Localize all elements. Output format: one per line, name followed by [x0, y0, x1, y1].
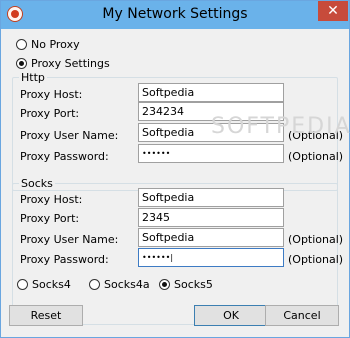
radio-indicator: [89, 279, 100, 290]
socks5-label: Socks5: [174, 278, 213, 291]
radio-indicator-selected: [159, 279, 170, 290]
socks-legend: Socks: [19, 177, 55, 190]
socks-group: Socks Proxy Host: Softpedia Proxy Port: …: [12, 177, 343, 325]
socks-password-label: Proxy Password:: [20, 253, 109, 266]
reset-button[interactable]: Reset: [9, 305, 83, 326]
window-title: My Network Settings: [102, 6, 248, 22]
socks-password-input[interactable]: ••••••|: [138, 248, 284, 267]
http-password-input[interactable]: ••••••: [138, 144, 284, 163]
socks4a-radio[interactable]: Socks4a: [89, 278, 150, 291]
http-port-label: Proxy Port:: [20, 107, 80, 120]
cancel-button[interactable]: Cancel: [265, 305, 339, 326]
radio-indicator: [16, 39, 27, 50]
close-button[interactable]: ✕: [318, 1, 348, 21]
http-host-input[interactable]: Softpedia: [138, 83, 284, 102]
http-password-optional-note: (Optional): [288, 150, 344, 163]
socks4-radio[interactable]: Socks4: [17, 278, 71, 291]
http-host-label: Proxy Host:: [20, 88, 83, 101]
proxy-settings-radio[interactable]: Proxy Settings: [16, 57, 110, 70]
socks4-label: Socks4: [32, 278, 71, 291]
proxy-settings-label: Proxy Settings: [31, 57, 110, 70]
socks4a-label: Socks4a: [104, 278, 150, 291]
socks-host-label: Proxy Host:: [20, 193, 83, 206]
ok-button[interactable]: OK: [194, 305, 268, 326]
socks-user-label: Proxy User Name:: [20, 233, 119, 246]
http-user-label: Proxy User Name:: [20, 129, 119, 142]
socks-port-input[interactable]: 2345: [138, 208, 284, 227]
network-settings-dialog: My Network Settings ✕ No Proxy Proxy Set…: [0, 0, 350, 338]
socks5-radio[interactable]: Socks5: [159, 278, 213, 291]
socks-user-input[interactable]: Softpedia: [138, 228, 284, 247]
softpedia-watermark: SOFTPEDIA: [211, 114, 350, 139]
dialog-content: No Proxy Proxy Settings Http Proxy Host:…: [8, 29, 344, 331]
radio-indicator-selected: [16, 58, 27, 69]
http-password-label: Proxy Password:: [20, 150, 109, 163]
socks-port-label: Proxy Port:: [20, 212, 80, 225]
socks-user-optional-note: (Optional): [288, 233, 344, 246]
socks-password-optional-note: (Optional): [288, 253, 344, 266]
no-proxy-radio[interactable]: No Proxy: [16, 38, 80, 51]
no-proxy-label: No Proxy: [31, 38, 80, 51]
title-bar[interactable]: My Network Settings ✕: [1, 1, 349, 29]
socks-host-input[interactable]: Softpedia: [138, 188, 284, 207]
http-legend: Http: [19, 71, 47, 84]
radio-indicator: [17, 279, 28, 290]
